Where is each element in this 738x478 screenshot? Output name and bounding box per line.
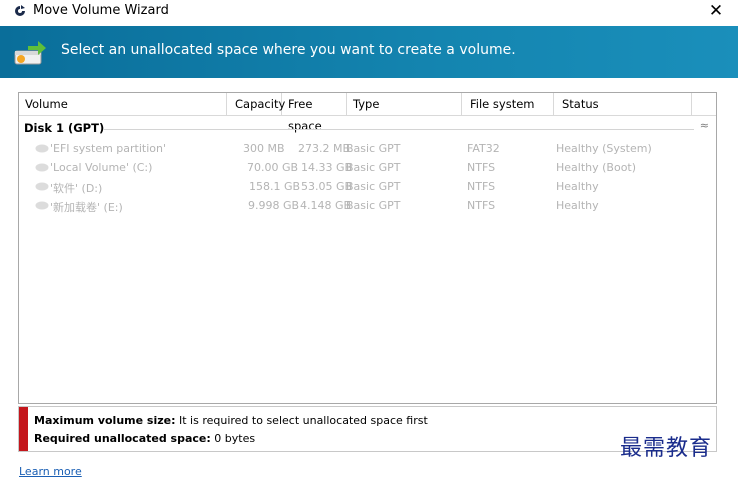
column-header-type[interactable]: Type [347,93,462,115]
file-system: NTFS [467,180,496,193]
error-indicator [19,407,28,451]
status: Healthy (System) [556,142,652,155]
column-header-volume[interactable]: Volume [19,93,227,115]
status: Healthy [556,180,599,193]
required-space-line: Required unallocated space: 0 bytes [34,432,255,445]
volume-name: 'EFI system partition' [50,142,167,155]
file-system: NTFS [467,161,496,174]
instruction-banner: Select an unallocated space where you wa… [0,26,738,78]
capacity: 300 MB [243,142,285,155]
column-header-status[interactable]: Status [554,93,692,115]
volume-list[interactable]: Volume Capacity Free space Type File sys… [18,92,717,404]
table-row[interactable]: '软件' (D:) 158.1 GB 53.05 GB Basic GPT NT… [19,178,716,197]
capacity: 9.998 GB [248,199,300,212]
required-space-value: 0 bytes [214,432,256,445]
volume-name: '软件' (D:) [50,182,103,195]
table-row[interactable]: '新加载卷' (E:) 9.998 GB 4.148 GB Basic GPT … [19,197,716,216]
close-icon: ✕ [708,1,724,21]
disk-group-header: Disk 1 (GPT) ≈ [19,119,716,137]
required-space-label: Required unallocated space: [34,432,211,445]
banner-text: Select an unallocated space where you wa… [61,42,516,58]
table-row[interactable]: 'EFI system partition' 300 MB 273.2 MB B… [19,140,716,159]
max-size-line: Maximum volume size: It is required to s… [34,414,428,427]
free-space: 273.2 MB [298,142,351,155]
free-space: 4.148 GB [300,199,352,212]
learn-more-link[interactable]: Learn more [19,465,82,478]
title-bar: Move Volume Wizard ✕ [0,0,738,24]
capacity: 158.1 GB [249,180,301,193]
column-header-file-system[interactable]: File system [462,93,554,115]
capacity: 70.00 GB [247,161,299,174]
free-space: 53.05 GB [301,180,353,193]
type: Basic GPT [346,180,401,193]
status: Healthy [556,199,599,212]
size-info-panel: Maximum volume size: It is required to s… [18,406,717,452]
volume-icon [35,182,49,191]
column-header-capacity[interactable]: Capacity [227,93,285,115]
collapse-icon[interactable]: ≈ [700,119,709,132]
file-system: FAT32 [467,142,500,155]
column-header-free-space[interactable]: Free space [282,93,347,133]
volume-name: '新加载卷' (E:) [50,201,123,214]
type: Basic GPT [346,199,401,212]
window-title: Move Volume Wizard [33,3,169,18]
disk-label: Disk 1 (GPT) [24,121,105,135]
column-header-row: Volume Capacity Free space Type File sys… [19,93,716,133]
free-space: 14.33 GB [301,161,353,174]
watermark: 最需教育 [620,436,713,461]
type: Basic GPT [346,142,401,155]
max-size-value: It is required to select unallocated spa… [178,414,428,427]
disk-arrow-icon [14,41,46,65]
volume-icon [35,144,49,153]
max-size-label: Maximum volume size: [34,414,176,427]
volume-icon [35,163,49,172]
close-button[interactable]: ✕ [702,0,730,24]
divider [104,129,694,130]
type: Basic GPT [346,161,401,174]
volume-icon [35,201,49,210]
file-system: NTFS [467,199,496,212]
volume-name: 'Local Volume' (C:) [50,161,153,174]
app-icon [15,5,25,16]
table-row[interactable]: 'Local Volume' (C:) 70.00 GB 14.33 GB Ba… [19,159,716,178]
status: Healthy (Boot) [556,161,637,174]
